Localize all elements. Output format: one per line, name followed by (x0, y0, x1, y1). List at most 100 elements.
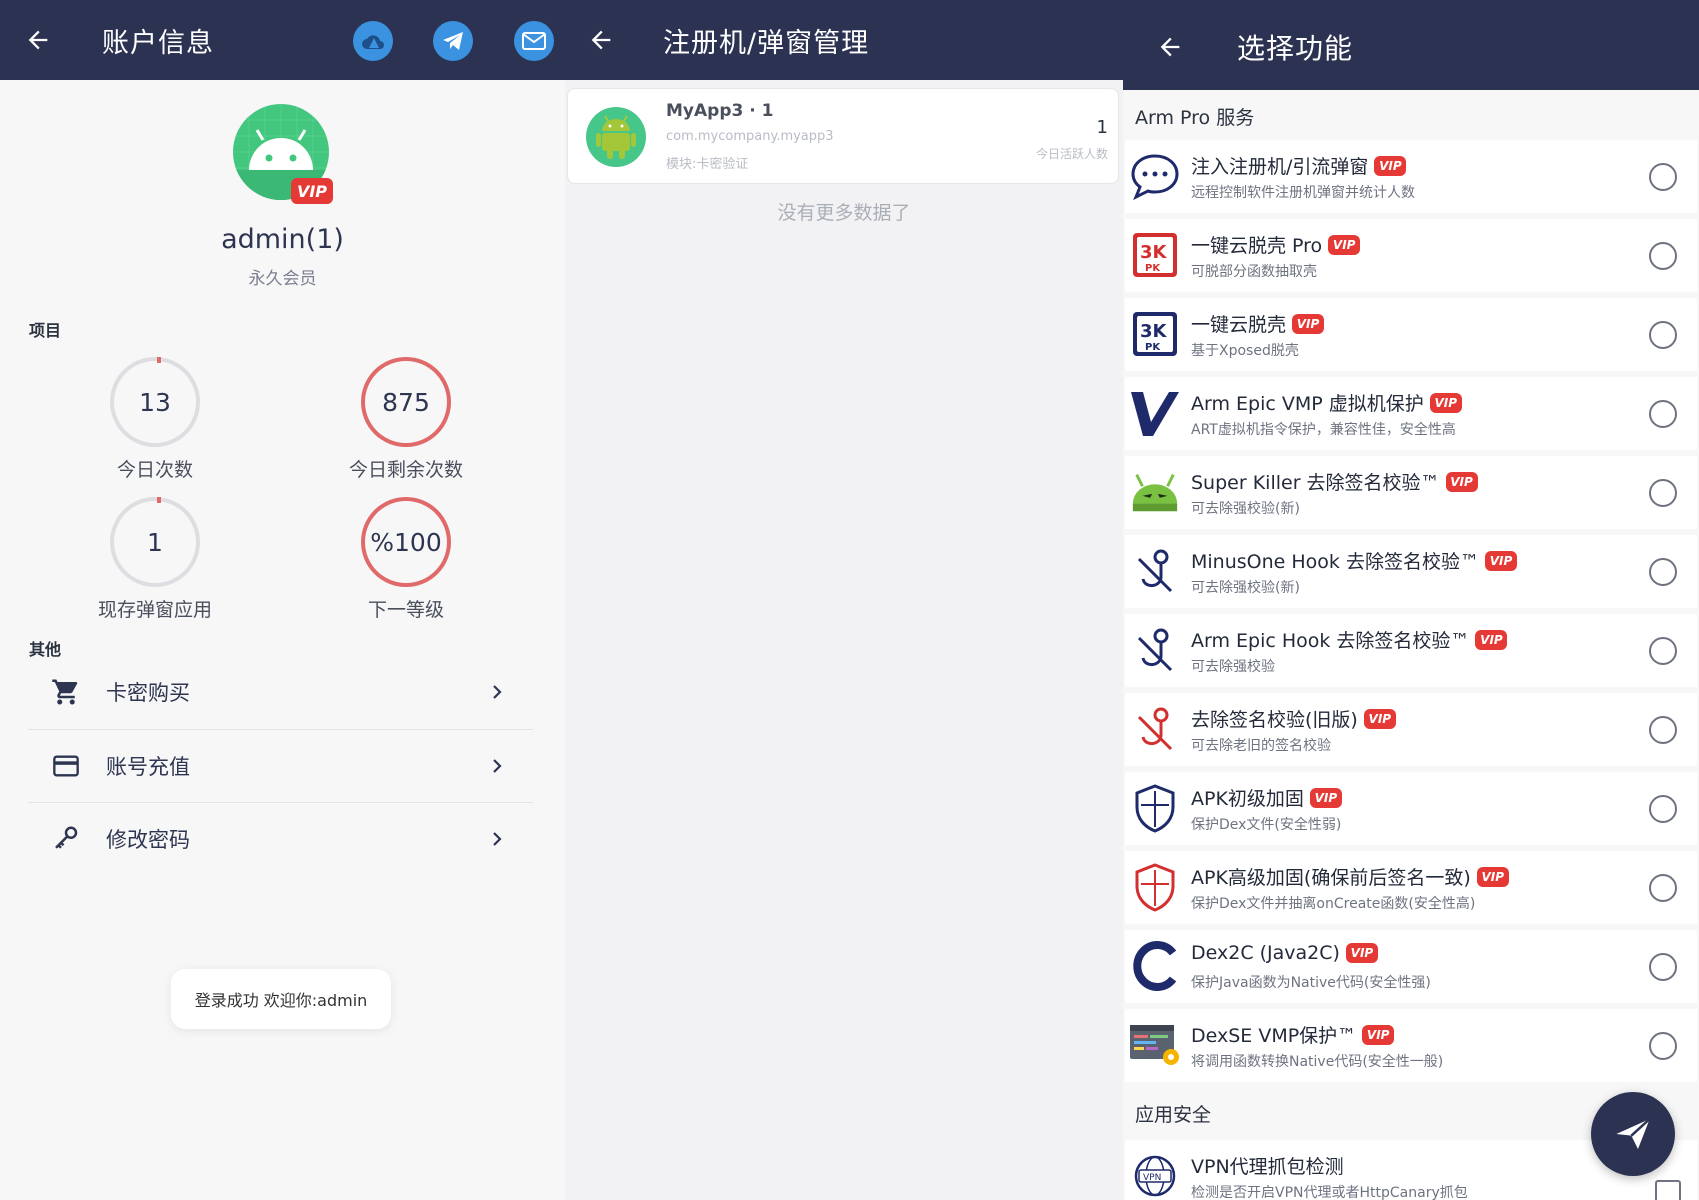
menu-label: 卡密购买 (106, 681, 190, 705)
item-title: MinusOne Hook 去除签名校验™ (1191, 551, 1479, 573)
item-title: DexSE VMP保护™ (1191, 1025, 1357, 1047)
vip-badge: VIP (1309, 787, 1342, 808)
arrow-left-icon (591, 30, 611, 50)
svg-text:3K: 3K (1140, 242, 1168, 263)
stat-popup-apps: 1 现存弹窗应用 (65, 497, 245, 622)
account-app-bar: 账户信息 (0, 0, 565, 80)
radio-button[interactable] (1649, 558, 1677, 586)
item-subtitle: 检测是否开启VPN代理或者HttpCanary抓包 (1191, 1185, 1468, 1200)
radio-button[interactable] (1649, 400, 1677, 428)
stat-ring: %100 (361, 497, 451, 587)
vip-badge: VIP (1429, 392, 1462, 413)
code-gear-icon (1129, 1019, 1181, 1071)
stat-ring: 875 (361, 357, 451, 447)
radio-button[interactable] (1649, 953, 1677, 981)
telegram-button[interactable] (433, 21, 473, 61)
vip-badge: VIP (291, 178, 333, 204)
app-module: 模块:卡密验证 (666, 157, 749, 172)
group-arm-pro: Arm Pro 服务 (1135, 107, 1255, 129)
mail-button[interactable] (514, 21, 554, 61)
item-subtitle: ART虚拟机指令保护，兼容性佳，安全性高 (1191, 422, 1456, 438)
mail-icon (522, 32, 546, 50)
cart-icon (48, 674, 84, 710)
stat-value: 1 (147, 527, 163, 557)
credit-card-icon (48, 748, 84, 784)
android-robot-icon (596, 115, 636, 159)
function-item[interactable]: Dex2C (Java2C) VIP 保护Java函数为Native代码(安全性强… (1125, 930, 1697, 1003)
function-item[interactable]: 3K PK 一键云脱壳 Pro VIP 可脱部分函数抽取壳 (1125, 219, 1697, 292)
function-item[interactable]: 去除签名校验(旧版) VIP 可去除老旧的签名校验 (1125, 693, 1697, 766)
radio-button[interactable] (1649, 1032, 1677, 1060)
radio-button[interactable] (1649, 637, 1677, 665)
vip-badge: VIP (1345, 943, 1378, 963)
chevron-right-icon (493, 685, 502, 699)
radio-button[interactable] (1649, 321, 1677, 349)
radio-button[interactable] (1649, 716, 1677, 744)
back-button[interactable] (581, 20, 621, 60)
send-icon (1616, 1118, 1651, 1149)
item-subtitle: 保护Dex文件(安全性弱) (1191, 817, 1342, 833)
app-card[interactable]: MyApp3 · 1 com.mycompany.myapp3 模块:卡密验证 … (567, 88, 1119, 184)
stat-next-level: %100 下一等级 (316, 497, 496, 622)
cloud-button[interactable] (353, 21, 393, 61)
menu-buy-card[interactable]: 卡密购买 (28, 656, 533, 728)
menu-change-password[interactable]: 修改密码 (28, 803, 533, 875)
stat-value: 875 (382, 387, 430, 417)
vip-badge: VIP (1476, 866, 1509, 887)
register-app-bar: 注册机/弹窗管理 (565, 0, 1123, 80)
stat-ring: 1 (110, 497, 200, 587)
svg-text:3K: 3K (1140, 321, 1168, 342)
arrow-left-icon (1160, 37, 1180, 57)
hook-red-icon (1129, 703, 1181, 755)
item-subtitle: 保护Java函数为Native代码(安全性强) (1191, 975, 1431, 991)
radio-button[interactable] (1649, 163, 1677, 191)
key-icon (48, 821, 84, 857)
item-title: APK初级加固 (1191, 788, 1304, 810)
page-title: 选择功能 (1237, 32, 1354, 65)
vip-badge: VIP (1363, 708, 1396, 729)
android-killer-icon (1129, 466, 1181, 518)
radio-button[interactable] (1649, 242, 1677, 270)
function-item[interactable]: Super Killer 去除签名校验™ VIP 可去除强校验(新) (1125, 456, 1697, 529)
item-title: Arm Epic VMP 虚拟机保护 (1191, 393, 1424, 415)
item-subtitle: 可去除强校验(新) (1191, 580, 1300, 596)
function-item[interactable]: MinusOne Hook 去除签名校验™ VIP 可去除强校验(新) (1125, 535, 1697, 608)
stat-value: %100 (370, 527, 442, 557)
function-item[interactable]: APK初级加固 VIP 保护Dex文件(安全性弱) (1125, 772, 1697, 845)
menu-recharge[interactable]: 账号充值 (28, 730, 533, 802)
function-item[interactable]: APK高级加固(确保前后签名一致) VIP 保护Dex文件并抽离onCreate函… (1125, 851, 1697, 924)
group-app-security: 应用安全 (1135, 1104, 1212, 1126)
stat-today-count: 13 今日次数 (65, 357, 245, 482)
vip-badge: VIP (1362, 1024, 1395, 1045)
hook-icon (1129, 624, 1181, 676)
function-item[interactable]: Arm Epic VMP 虚拟机保护 VIP ART虚拟机指令保护，兼容性佳，安全… (1125, 377, 1697, 450)
app-name: MyApp3 · 1 (666, 101, 774, 121)
checkbox[interactable] (1655, 1180, 1681, 1200)
send-fab[interactable] (1591, 1092, 1675, 1176)
radio-button[interactable] (1649, 795, 1677, 823)
svg-text:PK: PK (1145, 342, 1161, 353)
vip-badge: VIP (1328, 234, 1361, 255)
function-item[interactable]: 注入注册机/引流弹窗 VIP 远程控制软件注册机弹窗并统计人数 (1125, 140, 1697, 213)
function-app-bar: 选择功能 (1123, 0, 1699, 90)
back-button[interactable] (1150, 27, 1190, 67)
item-title: 一键云脱壳 (1191, 314, 1287, 336)
vip-badge: VIP (1484, 550, 1517, 571)
function-item[interactable]: 3K PK 一键云脱壳 VIP 基于Xposed脱壳 (1125, 298, 1697, 371)
unpack-pro-icon: 3K PK (1129, 229, 1181, 281)
radio-button[interactable] (1649, 874, 1677, 902)
svg-text:VPN: VPN (1143, 1173, 1161, 1183)
stat-label: 今日次数 (116, 459, 193, 481)
projects-label: 项目 (29, 321, 62, 340)
shield-red-icon (1129, 861, 1181, 913)
item-title: Super Killer 去除签名校验™ (1191, 472, 1440, 494)
item-subtitle: 可去除强校验 (1191, 659, 1275, 675)
back-button[interactable] (18, 20, 58, 60)
unpack-icon: 3K PK (1129, 308, 1181, 360)
function-item[interactable]: DexSE VMP保护™ VIP 将调用函数转换Native代码(安全性一般) (1125, 1009, 1697, 1082)
menu-label: 账号充值 (106, 755, 190, 779)
item-title: 一键云脱壳 Pro (1191, 235, 1323, 257)
telegram-icon (443, 32, 463, 50)
radio-button[interactable] (1649, 479, 1677, 507)
function-item[interactable]: Arm Epic Hook 去除签名校验™ VIP 可去除强校验 (1125, 614, 1697, 687)
